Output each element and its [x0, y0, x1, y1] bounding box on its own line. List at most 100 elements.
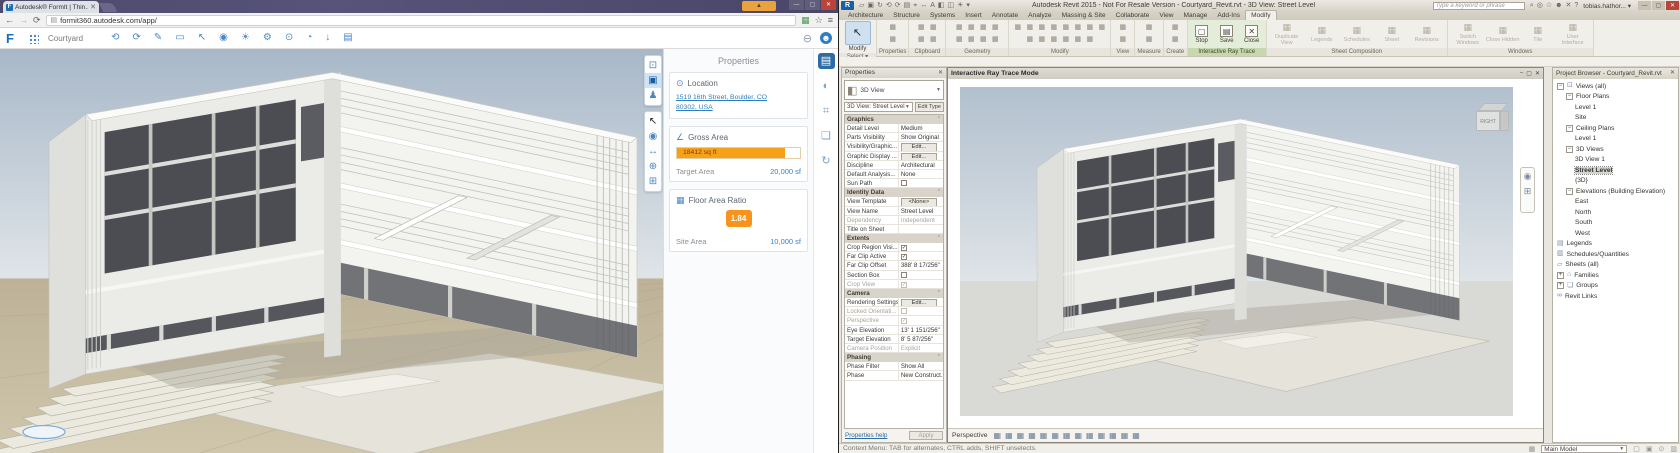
- paint-icon[interactable]: ▦: [990, 35, 1000, 45]
- address-bar[interactable]: ▤ formit360.autodesk.com/app/: [46, 15, 797, 26]
- delete-icon[interactable]: ▦: [1073, 35, 1083, 45]
- crop-size-icon[interactable]: ▦: [994, 430, 1002, 442]
- dimensions-icon[interactable]: ⌗: [818, 103, 835, 119]
- render-icon[interactable]: ☀: [957, 1, 963, 11]
- family-types-icon[interactable]: ▦: [888, 35, 898, 45]
- select-arrow-icon[interactable]: ↖: [645, 114, 661, 129]
- tree-item[interactable]: Street Level: [1553, 165, 1678, 176]
- tree-item[interactable]: ∞Revit Links: [1553, 291, 1678, 302]
- tree-expand-icon[interactable]: −: [1557, 83, 1564, 90]
- unjoin-icon[interactable]: ▦: [978, 35, 988, 45]
- bookmark-star-icon[interactable]: ☆: [815, 14, 823, 27]
- undo-icon[interactable]: ⟲: [886, 1, 892, 11]
- tree-expand-icon[interactable]: −: [1566, 188, 1573, 195]
- viewcube[interactable]: RIGHT: [1475, 103, 1511, 137]
- group-collapse-icon[interactable]: ⌃: [937, 115, 941, 124]
- target-area-value[interactable]: 20,000 sf: [770, 167, 801, 176]
- sync-status-icon[interactable]: ⊖: [803, 32, 812, 45]
- tree-item-label[interactable]: East: [1575, 198, 1588, 205]
- unpin-icon[interactable]: ▦: [1061, 35, 1071, 45]
- scale-icon[interactable]: ▦: [1037, 35, 1047, 45]
- edit-button[interactable]: Edit...: [901, 143, 937, 150]
- tree-item[interactable]: −Elevations (Building Elevation): [1553, 186, 1678, 197]
- print-icon[interactable]: ▤: [904, 1, 911, 11]
- tree-item-label[interactable]: 3D Views: [1576, 146, 1604, 153]
- import-icon[interactable]: ↓: [325, 31, 330, 45]
- checkbox[interactable]: ✓: [901, 245, 907, 251]
- dimension-icon[interactable]: ↔: [920, 1, 927, 11]
- signin-icon[interactable]: ☻: [1555, 1, 1562, 11]
- redo-icon[interactable]: ⟳: [895, 1, 901, 11]
- tab-systems[interactable]: Systems: [925, 11, 960, 20]
- close-raytrace-button[interactable]: ✕Close: [1241, 25, 1263, 44]
- formit-logo[interactable]: F: [6, 32, 19, 45]
- property-group-header[interactable]: Extents⌃: [845, 234, 943, 243]
- 3d-view-icon[interactable]: ◧: [938, 1, 945, 11]
- property-value[interactable]: New Construct...: [899, 371, 943, 379]
- maximize-button[interactable]: ▢: [805, 0, 820, 10]
- tree-item[interactable]: ▤Legends: [1553, 239, 1678, 250]
- save-icon[interactable]: ▣: [867, 1, 874, 11]
- extension-icon[interactable]: ▦: [801, 14, 810, 27]
- checkbox[interactable]: [901, 272, 907, 278]
- property-value[interactable]: ✓: [899, 316, 943, 324]
- tab-collaborate[interactable]: Collaborate: [1111, 11, 1155, 20]
- properties-icon[interactable]: ▦: [888, 23, 898, 33]
- pin-icon[interactable]: ▦: [1049, 35, 1059, 45]
- minimize-button[interactable]: —: [1638, 1, 1651, 10]
- tab-manage[interactable]: Manage: [1179, 11, 1213, 20]
- tree-item[interactable]: Level 1: [1553, 134, 1678, 145]
- select-cursor-icon[interactable]: ↖: [198, 31, 206, 45]
- sun-path-ctl-icon[interactable]: ▦: [1028, 430, 1036, 442]
- property-value[interactable]: [899, 271, 943, 279]
- worksets-icon[interactable]: ▦: [1529, 445, 1536, 453]
- tree-item-label[interactable]: Schedules/Quantities: [1567, 251, 1629, 258]
- restore-button[interactable]: ▢: [1652, 1, 1665, 10]
- viewcube-top-face[interactable]: [1478, 103, 1509, 111]
- property-value[interactable]: ✓: [899, 243, 943, 251]
- close-button[interactable]: ✕: [821, 0, 836, 10]
- group-collapse-icon[interactable]: ⌃: [937, 234, 941, 243]
- axon-view-icon[interactable]: ▣: [645, 73, 661, 88]
- dimension-tool-icon[interactable]: ▦: [1144, 35, 1154, 45]
- type-selector[interactable]: ◧ 3D View ▼: [844, 80, 944, 100]
- help-search-input[interactable]: Type a keyword or phrase: [1433, 2, 1525, 10]
- tree-item[interactable]: South: [1553, 218, 1678, 229]
- tree-item-label[interactable]: Sheets (all): [1565, 261, 1598, 268]
- revit-logo[interactable]: R: [841, 1, 854, 10]
- offset-geometry-icon[interactable]: ▦: [990, 23, 1000, 33]
- tree-item[interactable]: −⊡Views (all): [1553, 81, 1678, 92]
- offset-icon[interactable]: ▦: [1037, 23, 1047, 33]
- orbit-icon[interactable]: ◉: [219, 31, 228, 45]
- customize-icon[interactable]: ▾: [966, 1, 970, 11]
- tree-item[interactable]: East: [1553, 197, 1678, 208]
- rotate-icon[interactable]: ▦: [1073, 23, 1083, 33]
- help-icon[interactable]: ?: [1574, 1, 1578, 11]
- group-collapse-icon[interactable]: ⌃: [937, 188, 941, 197]
- tree-item-label[interactable]: Ceiling Plans: [1576, 125, 1614, 132]
- zoom-extents-icon[interactable]: ⊡: [645, 58, 661, 73]
- view-window-titlebar[interactable]: Interactive Ray Trace Mode ‒ ▢ ✕: [948, 68, 1543, 79]
- checkbox[interactable]: ✓: [901, 282, 907, 288]
- tree-item-label[interactable]: Level 1: [1575, 135, 1596, 142]
- user-avatar[interactable]: ☻: [820, 32, 832, 44]
- exclude-options-icon[interactable]: ▢: [1633, 445, 1640, 453]
- redo-icon[interactable]: ⟳: [133, 31, 141, 45]
- tree-item-label[interactable]: Views (all): [1576, 83, 1606, 90]
- tab-close-icon[interactable]: ✕: [90, 3, 96, 11]
- cut-clip-icon[interactable]: ▦: [928, 35, 938, 45]
- viewcube-front-face[interactable]: RIGHT: [1476, 111, 1500, 131]
- properties-help-link[interactable]: Properties help: [845, 432, 887, 439]
- create-similar-icon[interactable]: ▦: [1170, 35, 1180, 45]
- tree-item[interactable]: North: [1553, 207, 1678, 218]
- property-value[interactable]: 8' 5 87/256": [899, 335, 943, 343]
- property-value[interactable]: None: [899, 170, 943, 178]
- tree-item-label[interactable]: Floor Plans: [1576, 93, 1609, 100]
- detail-level-icon[interactable]: ▦: [1005, 430, 1013, 442]
- property-value[interactable]: Edit...: [899, 152, 943, 160]
- tree-item-label[interactable]: Families: [1574, 272, 1599, 279]
- mirror-icon[interactable]: ▦: [1061, 23, 1071, 33]
- notebook-icon[interactable]: ▤: [818, 53, 835, 69]
- minimize-button[interactable]: —: [789, 0, 804, 10]
- tab-modify[interactable]: Modify: [1245, 10, 1276, 20]
